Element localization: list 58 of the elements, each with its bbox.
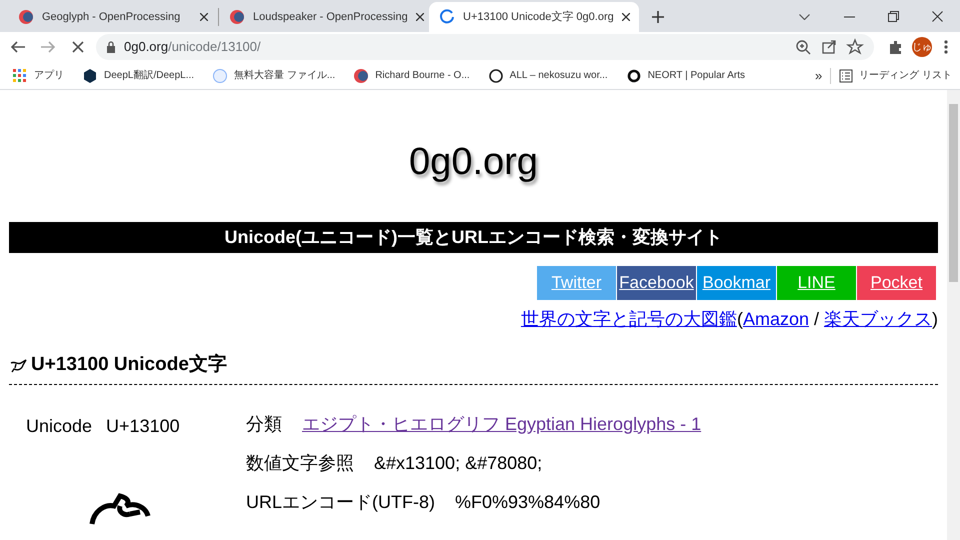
site-logo-icon bbox=[229, 9, 245, 25]
site-banner: Unicode(ユニコード)一覧とURLエンコード検索・変換サイト bbox=[9, 222, 938, 253]
close-icon[interactable] bbox=[416, 13, 424, 21]
site-logo-icon bbox=[353, 68, 370, 84]
close-icon[interactable] bbox=[200, 13, 208, 21]
code-point: U+13100 bbox=[106, 414, 180, 438]
more-bookmarks-button[interactable]: » bbox=[814, 66, 822, 86]
star-icon bbox=[846, 38, 864, 56]
tab-title: Loudspeaker - OpenProcessing bbox=[253, 10, 408, 25]
lock-icon bbox=[106, 41, 116, 53]
bookmark-item[interactable]: Richard Bourne - O... bbox=[353, 68, 470, 84]
share-button[interactable]: Bookmar bbox=[697, 266, 776, 300]
hexagon-logo-icon bbox=[82, 68, 98, 84]
browser-tab[interactable]: Geoglyph - OpenProcessing bbox=[8, 2, 218, 32]
rakuten-link[interactable]: 楽天ブックス bbox=[824, 309, 932, 329]
apps-grid-icon bbox=[12, 68, 28, 84]
address-bar[interactable]: 0g0.org/unicode/13100/ bbox=[96, 34, 874, 60]
url-text: 0g0.org/unicode/13100/ bbox=[124, 38, 262, 56]
book-recommendation: 世界の文字と記号の大図鑑(Amazon / 楽天ブックス) bbox=[520, 308, 938, 331]
bookmark-item[interactable]: NEORT | Popular Arts bbox=[626, 68, 745, 84]
ring-logo-icon bbox=[626, 68, 642, 84]
section-heading: U+13100 Unicode文字 bbox=[31, 352, 227, 377]
close-icon[interactable] bbox=[622, 13, 630, 21]
restore-icon bbox=[888, 11, 899, 22]
globe-icon bbox=[212, 68, 228, 84]
browser-tab[interactable]: Loudspeaker - OpenProcessing bbox=[219, 2, 429, 32]
profile-avatar[interactable]: じゅ bbox=[912, 37, 932, 57]
zoom-icon bbox=[794, 38, 812, 56]
close-icon bbox=[932, 11, 943, 22]
share-icon bbox=[820, 38, 838, 56]
field-label: 数値文字参照 bbox=[246, 452, 354, 474]
bookmark-item[interactable]: アプリ bbox=[12, 68, 64, 84]
category-link[interactable]: エジプト・ヒエログリフ Egyptian Hieroglyphs - 1 bbox=[302, 412, 702, 434]
bookmark-item[interactable]: 無料大容量 ファイル... bbox=[212, 68, 336, 84]
browser-tab[interactable]: U+13100 Unicode文字 0g0.org bbox=[429, 2, 639, 32]
bird-glyph-icon bbox=[9, 357, 27, 374]
scrollbar-thumb[interactable] bbox=[949, 104, 958, 282]
tab-title: U+13100 Unicode文字 0g0.org bbox=[463, 10, 614, 25]
chevron-down-icon bbox=[799, 14, 810, 20]
site-logo-icon bbox=[18, 9, 34, 25]
share-button[interactable]: Facebook bbox=[617, 266, 696, 300]
amazon-link[interactable]: Amazon bbox=[742, 309, 809, 329]
field-label: 分類 bbox=[246, 412, 282, 434]
list-icon bbox=[839, 68, 854, 82]
code-label: Unicode bbox=[26, 414, 92, 438]
share-button[interactable]: Pocket bbox=[857, 266, 936, 300]
reading-list-button[interactable]: リーディング リスト bbox=[839, 68, 952, 83]
field-value: %F0%93%84%80 bbox=[455, 490, 600, 512]
site-title: 0g0.org bbox=[408, 140, 539, 185]
minimize-icon bbox=[844, 16, 855, 18]
bookmark-item[interactable]: DeepL翻訳/DeepL... bbox=[82, 68, 194, 84]
tab-title: Geoglyph - OpenProcessing bbox=[42, 10, 182, 25]
field-label: URLエンコード(UTF-8) bbox=[246, 490, 435, 512]
scrollbar[interactable] bbox=[947, 90, 960, 540]
book-link[interactable]: 世界の文字と記号の大図鑑 bbox=[520, 309, 737, 329]
circle-logo-icon bbox=[488, 68, 504, 84]
bookmark-item[interactable]: ALL – nekosuzu wor... bbox=[488, 68, 608, 84]
field-value: &#x13100; &#78080; bbox=[374, 452, 542, 474]
